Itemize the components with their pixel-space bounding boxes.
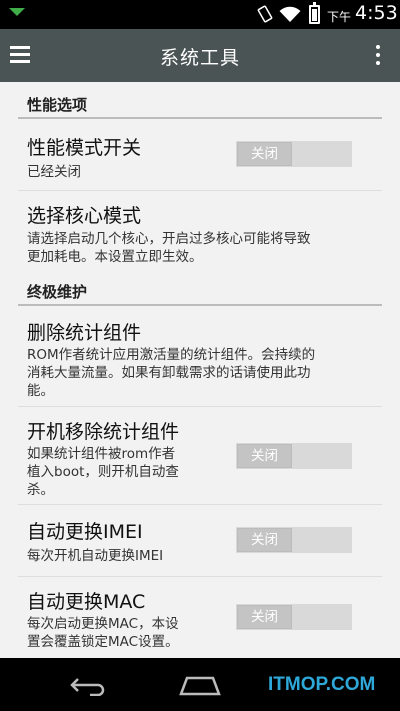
setting-desc: 每次启动更换MAC，本设 置会覆盖锁定MAC设置。 bbox=[27, 616, 179, 650]
setting-desc: 已经关闭 bbox=[27, 164, 81, 180]
setting-auto-mac[interactable]: 自动更换MAC 每次启动更换MAC，本设 置会覆盖锁定MAC设置。 关闭 bbox=[18, 577, 382, 658]
navigation-bar: ITMOP.COM bbox=[0, 658, 400, 711]
setting-title: 性能模式开关 bbox=[27, 137, 142, 159]
setting-auto-imei[interactable]: 自动更换IMEI 每次开机自动更换IMEI 关闭 bbox=[18, 505, 382, 577]
boot-remove-stats-toggle[interactable]: 关闭 bbox=[236, 443, 352, 469]
setting-title: 自动更换MAC bbox=[27, 591, 146, 613]
toggle-label: 关闭 bbox=[237, 528, 292, 552]
app-bar: 系统工具 bbox=[0, 29, 400, 82]
overflow-menu-icon[interactable] bbox=[372, 44, 384, 66]
setting-core-mode[interactable]: 选择核心模式 请选择启动几个核心，开启过多核心可能将导致 更加耗电。本设置立即生… bbox=[18, 191, 382, 269]
setting-title: 开机移除统计组件 bbox=[27, 421, 180, 443]
setting-title: 选择核心模式 bbox=[27, 205, 142, 227]
battery-icon bbox=[309, 2, 320, 24]
setting-desc: 每次开机自动更换IMEI bbox=[27, 548, 164, 564]
setting-boot-remove-stats[interactable]: 开机移除统计组件 如果统计组件被rom作者 植入boot，则开机自动查 杀。 关… bbox=[18, 407, 382, 505]
section-header-maintenance: 终极维护 bbox=[27, 283, 88, 301]
setting-desc: ROM作者统计应用激活量的统计组件。会持续的 消耗大量流量。如果有卸载需求的话请… bbox=[27, 347, 316, 399]
page-title: 系统工具 bbox=[159, 47, 240, 69]
notification-arrow-icon bbox=[9, 8, 25, 16]
wifi-icon bbox=[279, 6, 301, 22]
performance-mode-toggle[interactable]: 关闭 bbox=[236, 141, 352, 167]
screen-rotation-icon bbox=[257, 5, 273, 23]
toggle-label: 关闭 bbox=[237, 142, 292, 166]
settings-list: 性能选项 性能模式开关 已经关闭 关闭 选择核心模式 请选择启动几个核心，开启过… bbox=[0, 82, 400, 658]
status-bar: 下午 4:53 bbox=[0, 0, 400, 29]
toggle-label: 关闭 bbox=[237, 605, 292, 629]
auto-imei-toggle[interactable]: 关闭 bbox=[236, 527, 352, 553]
section-header-performance: 性能选项 bbox=[27, 96, 88, 114]
back-icon[interactable] bbox=[70, 676, 108, 696]
watermark: ITMOP.COM bbox=[268, 674, 376, 695]
status-ampm: 下午 bbox=[327, 10, 352, 24]
toggle-label: 关闭 bbox=[237, 444, 292, 468]
setting-delete-stats[interactable]: 删除统计组件 ROM作者统计应用激活量的统计组件。会持续的 消耗大量流量。如果有… bbox=[18, 306, 382, 407]
setting-performance-mode[interactable]: 性能模式开关 已经关闭 关闭 bbox=[18, 119, 382, 191]
setting-title: 删除统计组件 bbox=[27, 322, 142, 344]
status-time: 4:53 bbox=[355, 2, 398, 24]
home-icon[interactable] bbox=[179, 674, 221, 696]
auto-mac-toggle[interactable]: 关闭 bbox=[236, 604, 352, 630]
setting-desc: 如果统计组件被rom作者 植入boot，则开机自动查 杀。 bbox=[27, 446, 179, 498]
setting-title: 自动更换IMEI bbox=[27, 521, 143, 543]
setting-desc: 请选择启动几个核心，开启过多核心可能将导致 更加耗电。本设置立即生效。 bbox=[27, 231, 311, 265]
